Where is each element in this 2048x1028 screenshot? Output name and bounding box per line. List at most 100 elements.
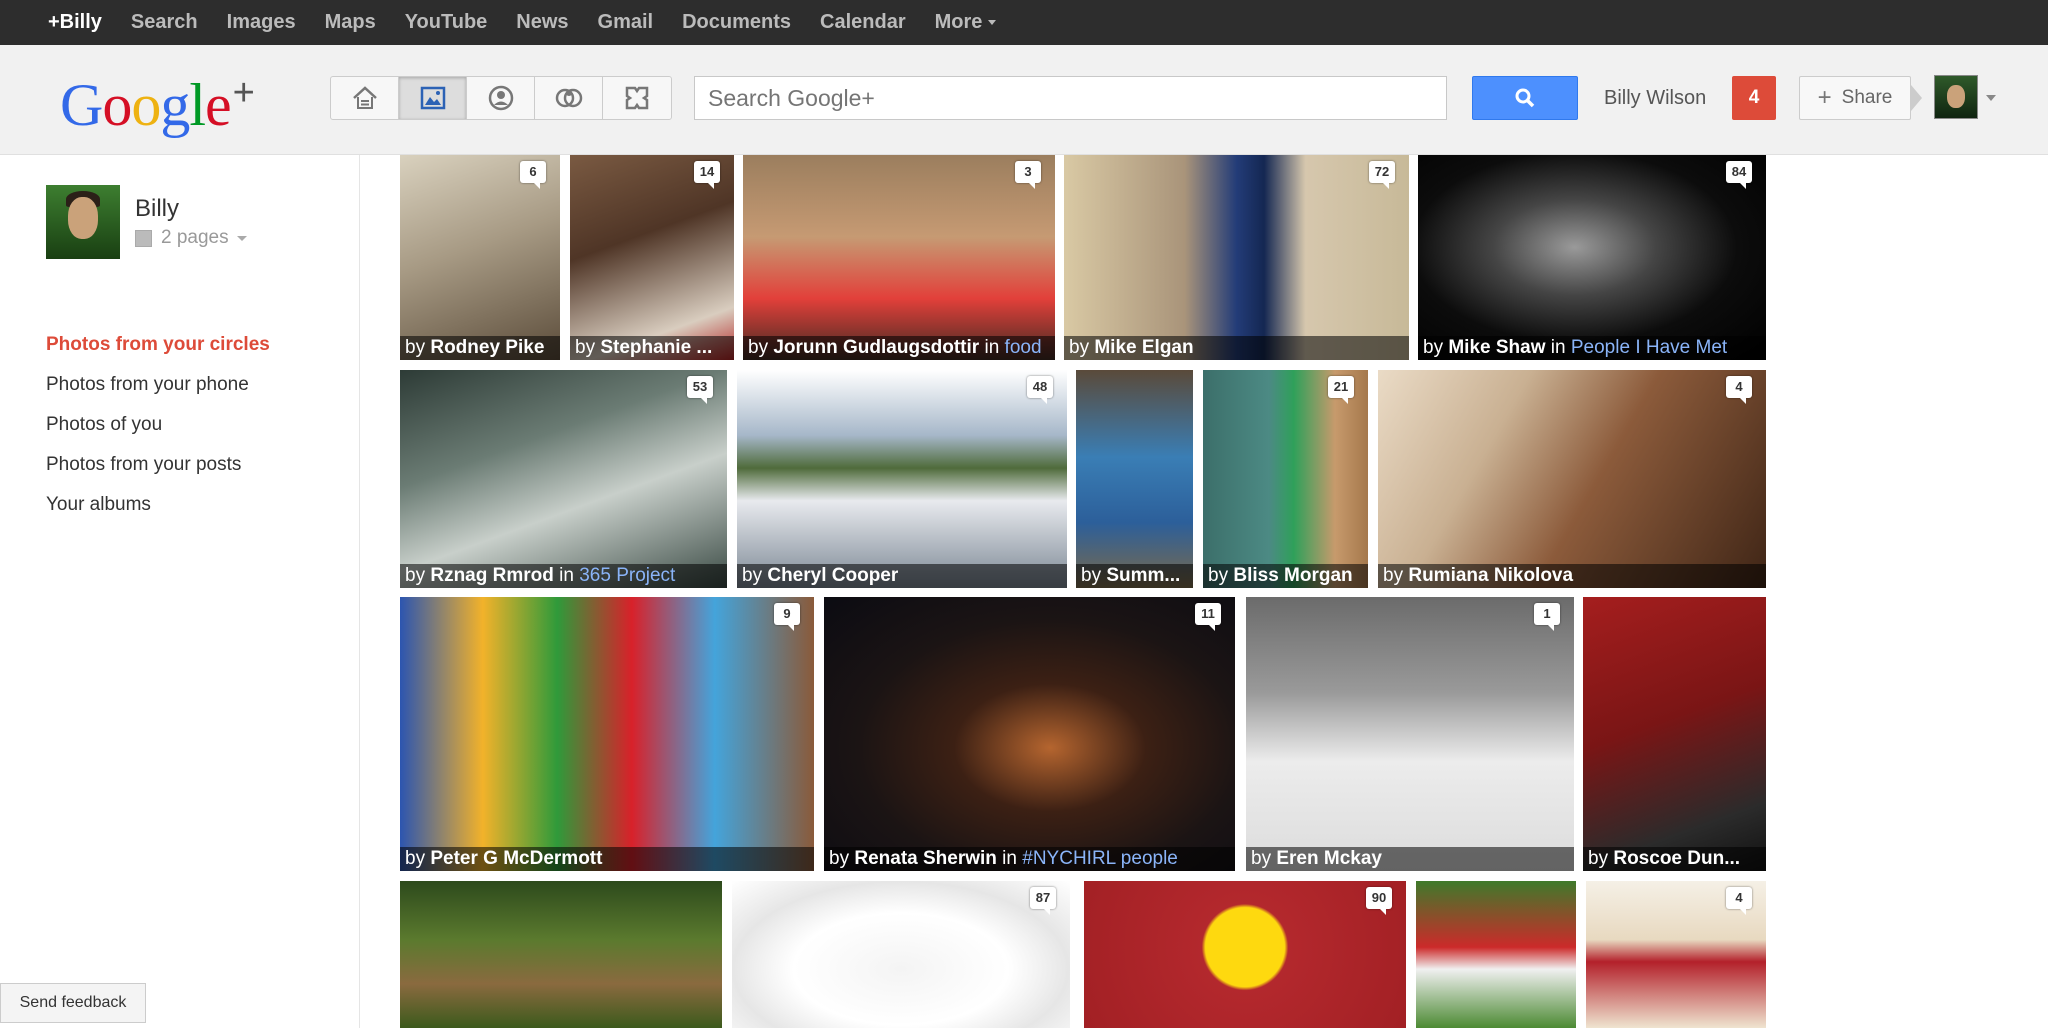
- comment-count-badge[interactable]: 90: [1366, 887, 1392, 915]
- search-button[interactable]: [1472, 76, 1578, 120]
- top-nav-maps-link[interactable]: Maps: [325, 11, 376, 34]
- comment-count-badge[interactable]: 4: [1726, 376, 1752, 404]
- photo-author-link[interactable]: Eren Mckay: [1276, 848, 1382, 869]
- photo-tile[interactable]: 21 by Bliss Morgan: [1203, 370, 1368, 588]
- user-name[interactable]: Billy Wilson: [1604, 87, 1706, 110]
- top-nav-profile-link[interactable]: +Billy: [48, 11, 102, 34]
- top-nav-news-link[interactable]: News: [516, 11, 568, 34]
- photo-tile[interactable]: 72 by Mike Elgan: [1064, 155, 1409, 360]
- comment-count-badge[interactable]: 87: [1030, 887, 1056, 915]
- photo-author-link[interactable]: Rodney Pike: [430, 337, 544, 358]
- top-nav-images-link[interactable]: Images: [227, 11, 296, 34]
- photo-tile[interactable]: 48 by Cheryl Cooper: [737, 370, 1067, 588]
- photo-tile[interactable]: 11 by Renata Sherwin in #NYCHIRL people: [824, 597, 1235, 871]
- photo-author-link[interactable]: Rznag Rmrod: [430, 565, 554, 586]
- chevron-down-icon[interactable]: [1986, 95, 1996, 101]
- photo-author-link[interactable]: Cheryl Cooper: [767, 565, 898, 586]
- photo-author-link[interactable]: Mike Elgan: [1094, 337, 1193, 358]
- photo-author-link[interactable]: Jorunn Gudlaugsdottir: [773, 337, 979, 358]
- sidebar-item-photos-from-posts[interactable]: Photos from your posts: [46, 445, 270, 485]
- tab-games[interactable]: [603, 77, 671, 119]
- header: Google+ Billy Wilson 4 + Share: [0, 45, 2048, 155]
- notifications-badge[interactable]: 4: [1732, 76, 1776, 120]
- photo-tile[interactable]: 6 by Rodney Pike: [400, 155, 560, 360]
- profile-photo[interactable]: [46, 185, 120, 259]
- sidebar-item-your-albums[interactable]: Your albums: [46, 485, 270, 525]
- photo-tile[interactable]: 3 by Jorunn Gudlaugsdottir in food: [743, 155, 1055, 360]
- comment-count-badge[interactable]: 6: [520, 161, 546, 189]
- photo-tile[interactable]: by Summ...: [1076, 370, 1193, 588]
- photo-author-link[interactable]: Roscoe Dun...: [1613, 848, 1740, 869]
- photo-tile[interactable]: 14 by Stephanie ...: [570, 155, 734, 360]
- comment-count-badge[interactable]: 21: [1328, 376, 1354, 404]
- share-label: Share: [1841, 87, 1893, 108]
- share-button[interactable]: + Share: [1799, 76, 1911, 120]
- top-nav-youtube-link[interactable]: YouTube: [405, 11, 488, 34]
- photo-caption: by Rznag Rmrod in 365 Project: [400, 564, 727, 588]
- photo-tile[interactable]: [1416, 881, 1576, 1028]
- photo-tile[interactable]: 84 by Mike Shaw in People I Have Met: [1418, 155, 1766, 360]
- send-feedback-button[interactable]: Send feedback: [0, 983, 146, 1023]
- sidebar-item-photos-from-circles[interactable]: Photos from your circles: [46, 325, 270, 365]
- photo-author-link[interactable]: Renata Sherwin: [854, 848, 997, 869]
- photo-caption: by Renata Sherwin in #NYCHIRL people: [824, 847, 1235, 871]
- photo-caption: by Cheryl Cooper: [737, 564, 1067, 588]
- sidebar: Billy 2 pages Photos from your circles P…: [0, 155, 360, 1028]
- comment-count-badge[interactable]: 53: [687, 376, 713, 404]
- comment-count-badge[interactable]: 72: [1369, 161, 1395, 189]
- comment-count-badge[interactable]: 84: [1726, 161, 1752, 189]
- share-arrow-icon: [1911, 85, 1922, 111]
- logo-plus: +: [232, 72, 255, 114]
- photo-tile[interactable]: 90: [1084, 881, 1406, 1028]
- photo-author-link[interactable]: Summ...: [1106, 565, 1180, 586]
- top-nav-more-label: More: [934, 11, 983, 33]
- photo-tile[interactable]: by Roscoe Dun...: [1583, 597, 1766, 871]
- photo-tile[interactable]: 4 by Rumiana Nikolova: [1378, 370, 1766, 588]
- avatar[interactable]: [1934, 75, 1978, 119]
- search-icon: [1515, 88, 1535, 108]
- photo-author-link[interactable]: Peter G McDermott: [430, 848, 602, 869]
- tab-home[interactable]: [331, 77, 399, 119]
- top-nav-calendar-link[interactable]: Calendar: [820, 11, 906, 34]
- top-nav-gmail-link[interactable]: Gmail: [598, 11, 654, 34]
- google-plus-logo[interactable]: Google+: [60, 63, 255, 135]
- photo-circle-link[interactable]: 365 Project: [579, 565, 675, 586]
- tab-photos[interactable]: [399, 77, 467, 119]
- pages-dropdown[interactable]: 2 pages: [135, 227, 247, 249]
- home-icon: [352, 86, 377, 109]
- photo-author-link[interactable]: Bliss Morgan: [1233, 565, 1352, 586]
- photo-tile[interactable]: 87: [732, 881, 1070, 1028]
- comment-count-badge[interactable]: 1: [1534, 603, 1560, 631]
- photo-circle-link[interactable]: People I Have Met: [1571, 337, 1727, 358]
- comment-count-badge[interactable]: 9: [774, 603, 800, 631]
- photo-tile[interactable]: 4: [1586, 881, 1766, 1028]
- comment-count-badge[interactable]: 3: [1015, 161, 1041, 189]
- tab-circles[interactable]: [535, 77, 603, 119]
- photo-author-link[interactable]: Mike Shaw: [1448, 337, 1545, 358]
- photo-tile[interactable]: 1 by Eren Mckay: [1246, 597, 1574, 871]
- photo-tile[interactable]: [400, 881, 722, 1028]
- photo-caption: by Mike Elgan: [1064, 336, 1409, 360]
- photo-author-link[interactable]: Stephanie ...: [600, 337, 712, 358]
- photo-caption: by Roscoe Dun...: [1583, 847, 1766, 871]
- sidebar-item-photos-from-phone[interactable]: Photos from your phone: [46, 365, 270, 405]
- photo-author-link[interactable]: Rumiana Nikolova: [1408, 565, 1573, 586]
- photo-tile[interactable]: 9 by Peter G McDermott: [400, 597, 814, 871]
- top-nav-more-menu[interactable]: More: [935, 11, 997, 34]
- profile-name[interactable]: Billy: [135, 195, 179, 223]
- photo-caption: by Mike Shaw in People I Have Met: [1418, 336, 1766, 360]
- tab-profile[interactable]: [467, 77, 535, 119]
- photo-circle-link[interactable]: food: [1005, 337, 1042, 358]
- search-input[interactable]: [694, 76, 1447, 120]
- top-nav-documents-link[interactable]: Documents: [682, 11, 791, 34]
- photo-circle-link[interactable]: #NYCHIRL people: [1022, 848, 1178, 869]
- photo-caption: by Rumiana Nikolova: [1378, 564, 1766, 588]
- comment-count-badge[interactable]: 4: [1726, 887, 1752, 915]
- comment-count-badge[interactable]: 11: [1195, 603, 1221, 631]
- top-nav-search-link[interactable]: Search: [131, 11, 198, 34]
- comment-count-badge[interactable]: 48: [1027, 376, 1053, 404]
- sidebar-item-photos-of-you[interactable]: Photos of you: [46, 405, 270, 445]
- comment-count-badge[interactable]: 14: [694, 161, 720, 189]
- photo-tile[interactable]: 53 by Rznag Rmrod in 365 Project: [400, 370, 727, 588]
- profile-icon: [488, 85, 513, 111]
